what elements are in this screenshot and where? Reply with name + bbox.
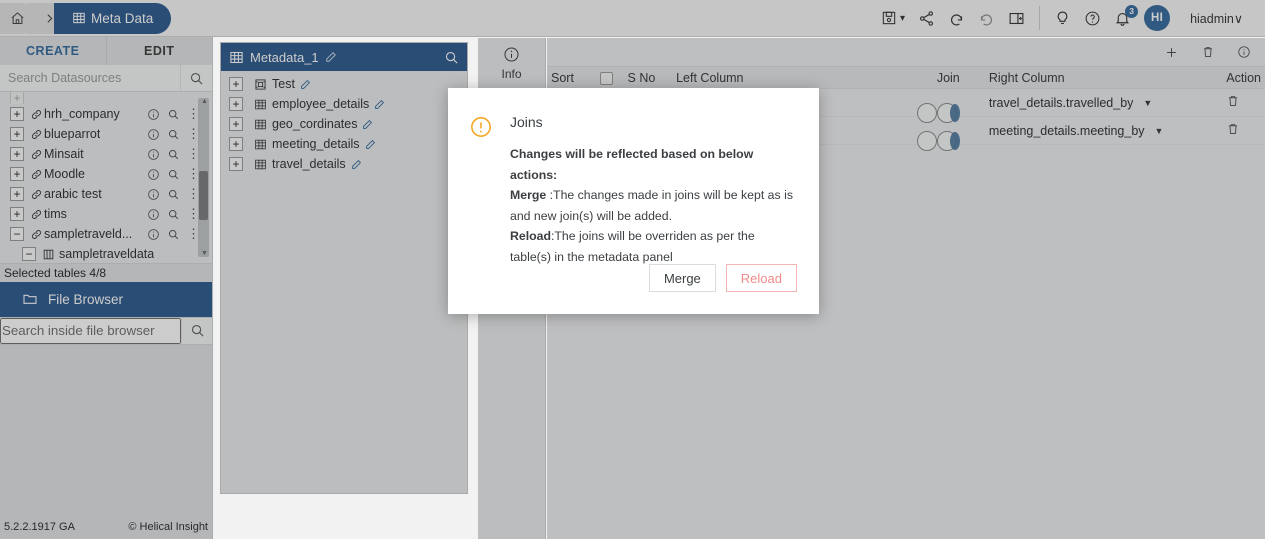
joins-confirmation-dialog: Joins Changes will be reflected based on… bbox=[448, 88, 819, 314]
modal-message: Changes will be reflected based on below… bbox=[510, 144, 797, 267]
warning-icon bbox=[470, 116, 492, 267]
reload-button[interactable]: Reload bbox=[725, 264, 797, 292]
modal-body: Joins Changes will be reflected based on… bbox=[448, 88, 819, 267]
modal-title: Joins bbox=[510, 114, 543, 130]
modal-merge-label: Merge bbox=[510, 188, 547, 202]
merge-button[interactable]: Merge bbox=[648, 264, 716, 292]
modal-merge-text: :The changes made in joins will be kept … bbox=[510, 188, 793, 223]
modal-line1: Changes will be reflected based on below… bbox=[510, 147, 754, 182]
modal-content: Joins Changes will be reflected based on… bbox=[510, 114, 797, 267]
modal-reload-label: Reload bbox=[510, 229, 551, 243]
modal-actions: Merge Reload bbox=[648, 264, 797, 292]
